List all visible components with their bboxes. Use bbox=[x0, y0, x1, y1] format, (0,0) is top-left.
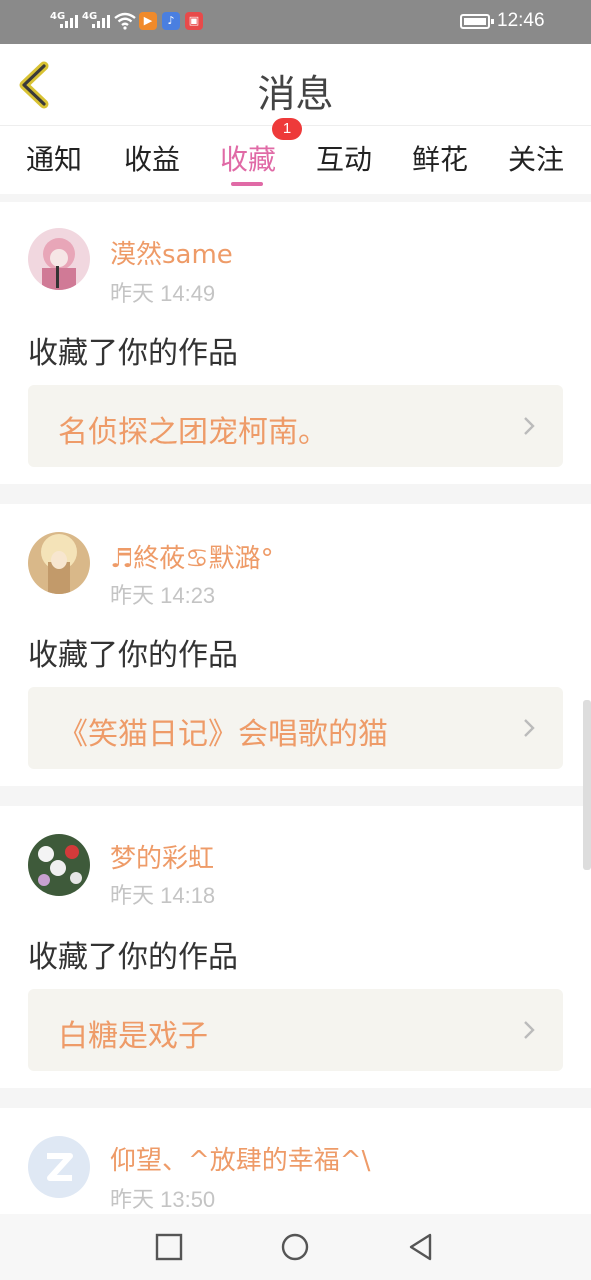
triangle-back-icon[interactable] bbox=[406, 1232, 436, 1262]
system-nav-bar bbox=[0, 1214, 591, 1280]
chevron-right-icon bbox=[524, 719, 535, 737]
message-card: ♬終莜♋默潞° 昨天 14:23 收藏了你的作品 《笑猫日记》会唱歌的猫 bbox=[0, 504, 591, 786]
action-text: 收藏了你的作品 bbox=[28, 336, 238, 371]
tab-favorites[interactable]: 收藏 bbox=[213, 138, 283, 178]
avatar[interactable] bbox=[28, 834, 90, 896]
status-bar: 4G 4G ▶ ♪ ▣ 12:46 bbox=[0, 0, 591, 44]
action-text: 收藏了你的作品 bbox=[28, 940, 238, 975]
timestamp: 昨天 14:49 bbox=[110, 281, 216, 306]
video-app-icon: ▶ bbox=[139, 12, 157, 30]
avatar[interactable] bbox=[28, 1136, 90, 1198]
timestamp: 昨天 14:23 bbox=[110, 583, 216, 608]
avatar[interactable] bbox=[28, 228, 90, 290]
avatar[interactable] bbox=[28, 532, 90, 594]
active-tab-indicator bbox=[231, 182, 263, 186]
timestamp: 昨天 14:18 bbox=[110, 883, 216, 908]
page-title: 消息 bbox=[257, 72, 334, 116]
message-card: 梦的彩虹 昨天 14:18 收藏了你的作品 白糖是戏子 bbox=[0, 806, 591, 1088]
tab-earnings[interactable]: 收益 bbox=[117, 138, 187, 178]
square-recents-icon[interactable] bbox=[154, 1232, 184, 1262]
wifi-icon bbox=[114, 12, 136, 30]
username[interactable]: 仰望、^放肆的幸福^\ bbox=[110, 1140, 370, 1177]
work-title: 《笑猫日记》会唱歌的猫 bbox=[58, 717, 388, 752]
work-link[interactable]: 白糖是戏子 bbox=[28, 989, 563, 1071]
work-link[interactable]: 名侦探之团宠柯南。 bbox=[28, 385, 563, 467]
music-app-icon: ♪ bbox=[162, 12, 180, 30]
scrollbar[interactable] bbox=[583, 700, 591, 870]
battery-icon bbox=[460, 14, 494, 29]
username[interactable]: 漠然same bbox=[110, 234, 233, 271]
username[interactable]: 梦的彩虹 bbox=[110, 838, 214, 875]
tab-following[interactable]: 关注 bbox=[501, 138, 571, 178]
signal-strength-icon-2 bbox=[92, 14, 110, 28]
header: 消息 bbox=[0, 44, 591, 126]
circle-home-icon[interactable] bbox=[280, 1232, 310, 1262]
timestamp: 昨天 13:50 bbox=[110, 1187, 216, 1212]
work-title: 名侦探之团宠柯南。 bbox=[58, 415, 328, 450]
tab-flowers[interactable]: 鲜花 bbox=[405, 138, 475, 178]
signal-strength-icon bbox=[60, 14, 78, 28]
chevron-right-icon bbox=[524, 1021, 535, 1039]
status-time: 12:46 bbox=[497, 10, 545, 31]
work-title: 白糖是戏子 bbox=[58, 1019, 208, 1054]
tab-interactions[interactable]: 互动 bbox=[309, 138, 379, 178]
work-link[interactable]: 《笑猫日记》会唱歌的猫 bbox=[28, 687, 563, 769]
tab-notifications[interactable]: 通知 bbox=[19, 138, 89, 178]
action-text: 收藏了你的作品 bbox=[28, 638, 238, 673]
chevron-right-icon bbox=[524, 417, 535, 435]
shop-app-icon: ▣ bbox=[185, 12, 203, 30]
username[interactable]: ♬終莜♋默潞° bbox=[110, 538, 274, 575]
message-card: 漠然same 昨天 14:49 收藏了你的作品 名侦探之团宠柯南。 bbox=[0, 202, 591, 484]
unread-badge: 1 bbox=[272, 118, 302, 140]
message-card: 仰望、^放肆的幸福^\ 昨天 13:50 bbox=[0, 1108, 591, 1214]
